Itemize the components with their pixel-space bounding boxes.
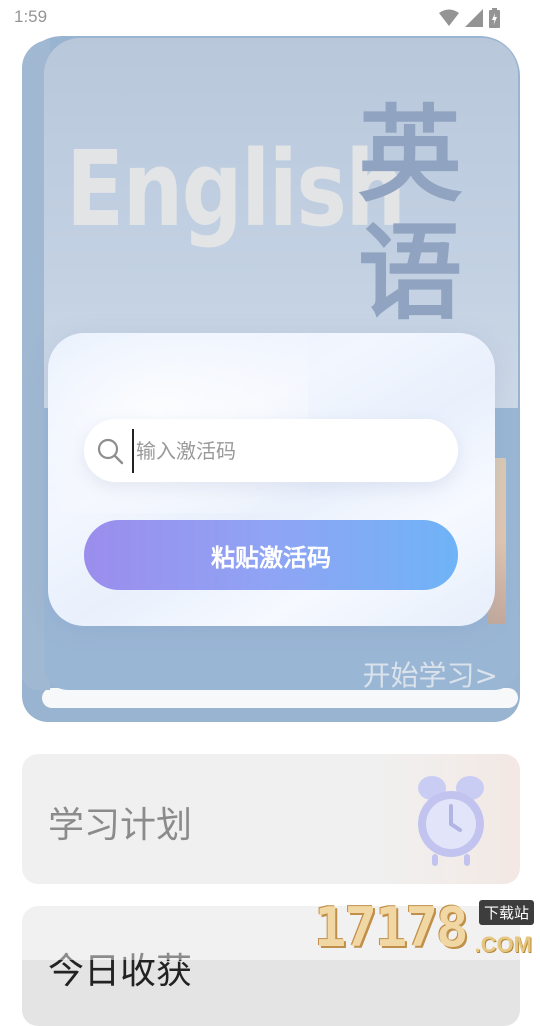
search-icon xyxy=(97,438,124,465)
watermark-site: 下载站 xyxy=(478,900,534,925)
activation-code-input-box[interactable] xyxy=(84,419,458,482)
watermark-com: .COM xyxy=(474,932,532,957)
watermark-logo: 17178 下载站 .COM xyxy=(314,896,540,960)
watermark-digits: 17178 xyxy=(314,896,469,959)
activation-code-input[interactable] xyxy=(132,429,448,473)
paste-activation-code-button[interactable]: 粘贴激活码 xyxy=(84,520,458,590)
activation-code-dialog: 粘贴激活码 xyxy=(48,333,495,626)
